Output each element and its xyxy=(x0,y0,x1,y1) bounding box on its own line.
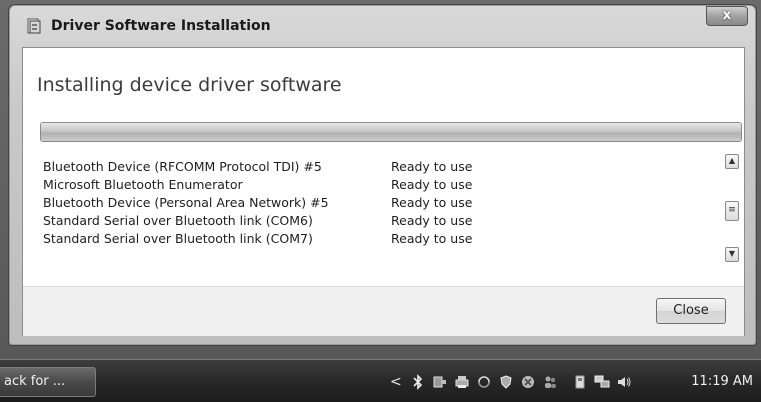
dialog-heading: Installing device driver software xyxy=(37,74,342,96)
dialog-content: Installing device driver software Blueto… xyxy=(22,47,745,336)
window-title: Driver Software Installation xyxy=(51,18,271,34)
scroll-up-arrow-icon[interactable]: ▲ xyxy=(725,154,739,169)
list-item: Bluetooth Device (Personal Area Network)… xyxy=(43,194,723,212)
device-status: Ready to use xyxy=(391,177,473,192)
notification-area: < xyxy=(390,371,638,393)
close-button[interactable]: Close xyxy=(656,298,726,324)
device-name: Standard Serial over Bluetooth link (COM… xyxy=(43,213,313,228)
device-status: Ready to use xyxy=(391,231,473,246)
install-progress-bar xyxy=(40,122,742,142)
close-icon: x xyxy=(722,8,732,23)
bluetooth-icon[interactable] xyxy=(410,374,426,390)
show-hidden-icons-icon[interactable]: < xyxy=(390,374,402,390)
list-item: Bluetooth Device (RFCOMM Protocol TDI) #… xyxy=(43,158,723,176)
list-item: Microsoft Bluetooth Enumerator Ready to … xyxy=(43,176,723,194)
printer-icon[interactable] xyxy=(454,374,470,390)
system-clock[interactable]: 11:19 AM xyxy=(691,371,753,393)
taskbar: ack for ... < 11:19 AM xyxy=(0,359,761,402)
scroll-thumb-icon[interactable]: ≡ xyxy=(725,201,739,221)
dialog-footer: Close xyxy=(23,286,744,336)
security-shield-icon[interactable] xyxy=(498,374,514,390)
scroll-down-arrow-icon[interactable]: ▼ xyxy=(725,247,739,262)
desktop: Driver Software Installation x Installin… xyxy=(0,0,761,402)
volume-icon[interactable] xyxy=(616,374,632,390)
device-icon[interactable] xyxy=(572,374,588,390)
network-icon[interactable] xyxy=(594,374,610,390)
taskbar-window-button[interactable]: ack for ... xyxy=(0,367,96,397)
progress-fill xyxy=(41,123,741,141)
network-adapter-icon[interactable] xyxy=(432,374,448,390)
list-item: Standard Serial over Bluetooth link (COM… xyxy=(43,212,723,230)
disconnected-icon[interactable] xyxy=(520,374,536,390)
sync-icon[interactable] xyxy=(476,374,492,390)
device-name: Microsoft Bluetooth Enumerator xyxy=(43,177,243,192)
device-status: Ready to use xyxy=(391,213,473,228)
device-status: Ready to use xyxy=(391,195,473,210)
device-list-scrollbar[interactable]: ▲ ≡ ▼ xyxy=(725,154,739,262)
list-item: Standard Serial over Bluetooth link (COM… xyxy=(43,230,723,248)
device-name: Bluetooth Device (Personal Area Network)… xyxy=(43,195,329,210)
users-icon[interactable] xyxy=(542,374,558,390)
device-list: Bluetooth Device (RFCOMM Protocol TDI) #… xyxy=(43,158,723,248)
driver-installation-window: Driver Software Installation x Installin… xyxy=(8,4,757,346)
device-status: Ready to use xyxy=(391,159,473,174)
window-close-button[interactable]: x xyxy=(706,6,748,26)
device-name: Bluetooth Device (RFCOMM Protocol TDI) #… xyxy=(43,159,322,174)
device-name: Standard Serial over Bluetooth link (COM… xyxy=(43,231,313,246)
driver-install-icon xyxy=(25,17,43,35)
title-bar: Driver Software Installation x xyxy=(9,5,756,47)
